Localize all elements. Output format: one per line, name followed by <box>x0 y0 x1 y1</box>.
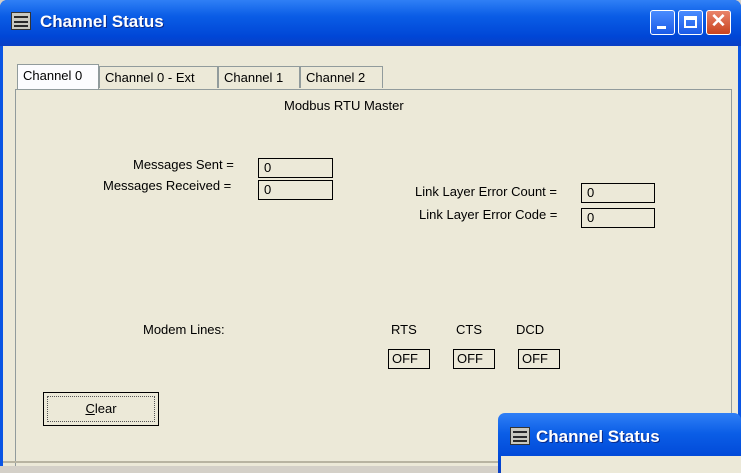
messages-received-field: 0 <box>258 180 333 200</box>
window-title: Channel Status <box>40 12 164 31</box>
rts-label: RTS <box>391 322 417 337</box>
maximize-button[interactable] <box>678 10 703 35</box>
link-layer-error-count-field: 0 <box>581 183 655 203</box>
second-channel-status-window[interactable]: Channel Status <box>498 413 741 473</box>
clear-button-label: Clear <box>47 396 155 422</box>
close-button[interactable]: ✕ <box>706 10 731 35</box>
cts-label: CTS <box>456 322 482 337</box>
link-layer-error-code-label: Link Layer Error Code = <box>419 207 558 222</box>
dcd-status: OFF <box>518 349 560 369</box>
link-layer-error-count-label: Link Layer Error Count = <box>415 184 557 199</box>
rts-status: OFF <box>388 349 430 369</box>
maximize-icon <box>684 16 697 28</box>
modem-lines-label: Modem Lines: <box>143 322 225 337</box>
tab-channel-2[interactable]: Channel 2 <box>300 66 383 88</box>
tab-label: Channel 0 <box>23 68 83 83</box>
cts-status: OFF <box>453 349 495 369</box>
tab-label: Channel 0 - Ext <box>105 70 195 85</box>
second-window-title: Channel Status <box>536 427 660 446</box>
app-icon <box>510 427 530 445</box>
messages-sent-field: 0 <box>258 158 333 178</box>
tab-channel-0-ext[interactable]: Channel 0 - Ext <box>99 66 218 88</box>
window-client-area: Channel 0 Channel 0 - Ext Channel 1 Chan… <box>3 46 738 466</box>
minimize-icon <box>657 26 666 29</box>
messages-received-label: Messages Received = <box>103 178 232 193</box>
clear-button[interactable]: Clear <box>43 392 159 426</box>
tab-channel-1[interactable]: Channel 1 <box>218 66 300 88</box>
channel-status-window: Channel Status ✕ Channel 0 Channel 0 - E… <box>0 0 741 466</box>
dcd-label: DCD <box>516 322 545 337</box>
link-layer-error-code-field: 0 <box>581 208 655 228</box>
channel-0-panel: Modbus RTU Master Messages Sent = 0 Mess… <box>15 89 732 466</box>
close-icon: ✕ <box>710 11 727 32</box>
title-bar[interactable]: Channel Status ✕ <box>0 0 741 46</box>
app-icon <box>11 12 31 30</box>
messages-sent-label: Messages Sent = <box>133 157 234 172</box>
tab-label: Channel 2 <box>306 70 366 85</box>
protocol-heading: Modbus RTU Master <box>284 98 404 113</box>
second-window-client <box>501 456 741 473</box>
minimize-button[interactable] <box>650 10 675 35</box>
tab-channel-0[interactable]: Channel 0 <box>17 64 99 89</box>
tab-label: Channel 1 <box>224 70 284 85</box>
